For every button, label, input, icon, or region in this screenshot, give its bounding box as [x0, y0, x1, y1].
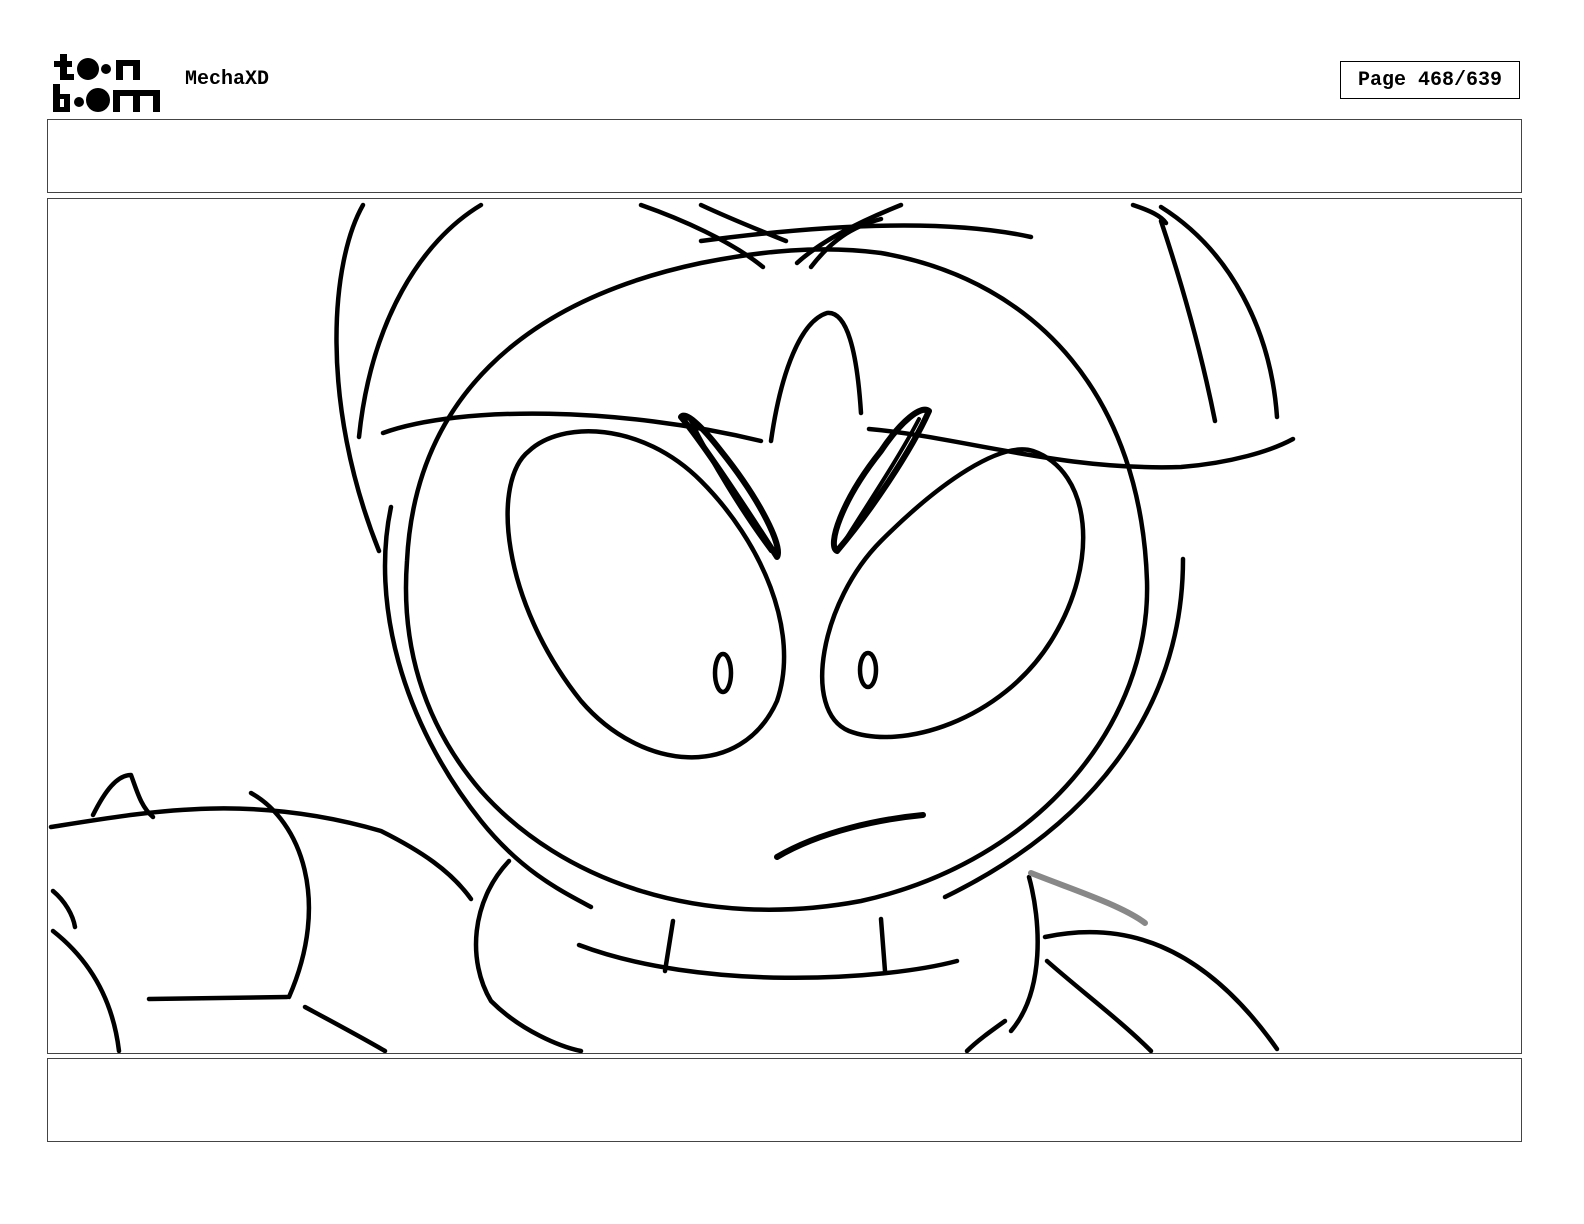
storyboard-panel [47, 198, 1522, 1054]
action-notes-box [47, 119, 1522, 193]
toonboom-logo-icon [53, 54, 160, 112]
project-title: MechaXD [185, 68, 270, 91]
page-number: Page 468/639 [1340, 61, 1520, 99]
character-sketch [48, 202, 1296, 1053]
dialogue-notes-box [47, 1058, 1522, 1142]
